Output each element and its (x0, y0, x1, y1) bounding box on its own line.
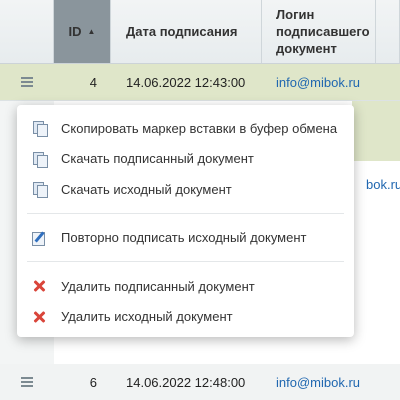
delete-icon (31, 309, 47, 325)
edit-icon (31, 230, 47, 246)
copy-icon (31, 181, 48, 199)
menu-item-download-original[interactable]: Скачать исходный документ (17, 174, 354, 205)
menu-item-label: Скачать подписанный документ (61, 151, 254, 167)
menu-item-label: Скопировать маркер вставки в буфер обмен… (61, 120, 338, 136)
menu-item-label: Повторно подписать исходный документ (61, 230, 307, 246)
selected-row-tail (352, 101, 400, 161)
menu-item-label: Удалить подписанный документ (61, 278, 255, 294)
header-date-label: Дата подписания (126, 24, 238, 39)
menu-item-label: Удалить исходный документ (61, 309, 233, 325)
menu-item-resign[interactable]: Повторно подписать исходный документ (17, 223, 354, 254)
row-id: 6 (89, 374, 97, 390)
menu-item-delete-signed[interactable]: Удалить подписанный документ (17, 271, 354, 302)
header-login[interactable]: Логин подписавшего документ (262, 0, 376, 63)
row-date: 14.06.2022 12:48:00 (126, 374, 246, 390)
row-login-link[interactable]: info@mibok.ru (262, 375, 376, 390)
table-row[interactable]: 4 14.06.2022 12:43:00 info@mibok.ru (0, 64, 400, 101)
menu-item-label: Скачать исходный документ (61, 181, 232, 197)
row-login-link-partial[interactable]: bok.ru (366, 177, 400, 192)
row-id: 4 (89, 74, 97, 90)
row-menu-button[interactable] (0, 377, 54, 387)
delete-icon (31, 278, 47, 294)
header-date[interactable]: Дата подписания (111, 0, 262, 63)
copy-icon (31, 120, 48, 138)
header-login-line2: подписавшего (276, 24, 370, 39)
table-row[interactable]: 6 14.06.2022 12:48:00 info@mibok.ru (0, 364, 400, 400)
context-menu: Скопировать маркер вставки в буфер обмен… (17, 105, 354, 337)
hamburger-icon (21, 77, 33, 87)
table-header: ID ▲ Дата подписания Логин подписавшего … (0, 0, 400, 64)
menu-item-download-signed[interactable]: Скачать подписанный документ (17, 144, 354, 175)
header-next-column (376, 0, 400, 63)
copy-icon (31, 151, 48, 168)
row-login-link[interactable]: info@mibok.ru (262, 75, 376, 90)
row-date: 14.06.2022 12:43:00 (126, 74, 246, 90)
header-id[interactable]: ID ▲ (54, 0, 111, 63)
header-id-label: ID (68, 24, 82, 39)
menu-item-copy-marker[interactable]: Скопировать маркер вставки в буфер обмен… (17, 113, 354, 144)
header-menu-column (0, 0, 54, 63)
header-login-line3: документ (276, 41, 337, 56)
row-menu-button[interactable] (0, 77, 54, 87)
header-login-line1: Логин (276, 7, 315, 22)
menu-divider (27, 212, 344, 214)
menu-divider (27, 261, 344, 262)
menu-item-delete-original[interactable]: Удалить исходный документ (17, 302, 354, 333)
hamburger-icon (21, 377, 33, 387)
sort-ascending-icon: ▲ (87, 27, 96, 36)
